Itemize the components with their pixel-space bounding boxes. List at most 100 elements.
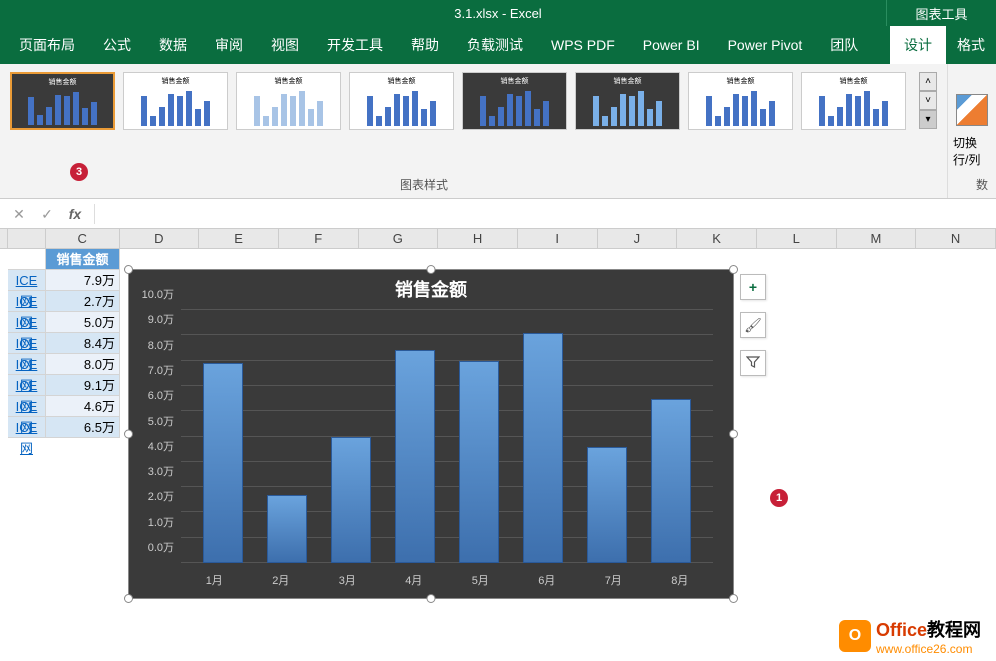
style-scroll-up[interactable]: ˄ xyxy=(919,72,937,91)
tab-view[interactable]: 视图 xyxy=(257,26,313,64)
col-header-i[interactable]: I xyxy=(518,229,598,249)
tab-wpspdf[interactable]: WPS PDF xyxy=(537,26,629,64)
chart-styles-gallery: 销售金额 销售金额 销售金额 销售金额 销售金额 销售金额 销售金额 销售金额 xyxy=(0,64,947,198)
chart-x-axis: 1月2月3月4月5月6月7月8月 xyxy=(181,572,713,588)
col-header-m[interactable]: M xyxy=(837,229,917,249)
chart-bar[interactable] xyxy=(331,437,371,564)
watermark-icon: O xyxy=(839,620,871,652)
col-header-j[interactable]: J xyxy=(598,229,678,249)
resize-handle-bl[interactable] xyxy=(124,594,133,603)
col-header-n[interactable]: N xyxy=(916,229,996,249)
col-header-k[interactable]: K xyxy=(677,229,757,249)
plus-icon: + xyxy=(749,279,757,295)
chart-style-6[interactable]: 销售金额 xyxy=(575,72,680,130)
tab-design[interactable]: 设计 xyxy=(890,26,946,64)
cell-c1-header[interactable]: 销售金额 xyxy=(46,249,120,270)
window-title: 3.1.xlsx - Excel xyxy=(454,6,541,21)
chart-style-5[interactable]: 销售金额 xyxy=(462,72,567,130)
chart-style-8[interactable]: 销售金额 xyxy=(801,72,906,130)
resize-handle-tl[interactable] xyxy=(124,265,133,274)
chart-bar[interactable] xyxy=(267,495,307,563)
style-scroll-more[interactable]: ▾ xyxy=(919,110,937,129)
cell-c5[interactable]: 8.4万 xyxy=(46,333,120,354)
chart-bar[interactable] xyxy=(203,363,243,563)
cell-b8[interactable]: ICE网 xyxy=(8,396,46,417)
chart-plot-area[interactable] xyxy=(181,310,713,563)
worksheet-grid[interactable]: C D E F G H I J K L M N ICE网 ICE网 ICE网 I… xyxy=(0,229,996,661)
resize-handle-mr[interactable] xyxy=(729,430,738,439)
annotation-badge-1: 1 xyxy=(770,489,788,507)
tab-review[interactable]: 审阅 xyxy=(201,26,257,64)
tab-help[interactable]: 帮助 xyxy=(397,26,453,64)
cell-b3[interactable]: ICE网 xyxy=(8,291,46,312)
tab-data[interactable]: 数据 xyxy=(145,26,201,64)
chart-bar[interactable] xyxy=(395,350,435,563)
watermark-brand: Office教程网 xyxy=(876,616,981,642)
cell-c9[interactable]: 6.5万 xyxy=(46,417,120,438)
cell-b4[interactable]: ICE网 xyxy=(8,312,46,333)
tab-loadtest[interactable]: 负载测试 xyxy=(453,26,537,64)
cell-c3[interactable]: 2.7万 xyxy=(46,291,120,312)
watermark: O Office教程网 www.office26.com xyxy=(839,616,981,656)
data-group-label: 数 xyxy=(976,176,988,193)
chart-bar[interactable] xyxy=(651,399,691,563)
tab-developer[interactable]: 开发工具 xyxy=(313,26,397,64)
col-header-h[interactable]: H xyxy=(438,229,518,249)
resize-handle-tm[interactable] xyxy=(427,265,436,274)
cell-c8[interactable]: 4.6万 xyxy=(46,396,120,417)
col-header-l[interactable]: L xyxy=(757,229,837,249)
chart-tools-context-tab: 图表工具 xyxy=(886,0,996,26)
tab-team[interactable]: 团队 xyxy=(816,26,872,64)
cell-c2[interactable]: 7.9万 xyxy=(46,270,120,291)
col-header-c[interactable]: C xyxy=(46,229,120,249)
data-col-source: ICE网 ICE网 ICE网 ICE网 ICE网 ICE网 ICE网 ICE网 xyxy=(8,249,46,438)
cell-b7[interactable]: ICE网 xyxy=(8,375,46,396)
chart-bar[interactable] xyxy=(587,447,627,563)
annotation-badge-3: 3 xyxy=(70,163,88,181)
col-header-g[interactable]: G xyxy=(359,229,439,249)
cell-c7[interactable]: 9.1万 xyxy=(46,375,120,396)
chart-style-1[interactable]: 销售金额 xyxy=(10,72,115,130)
tab-pagelayout[interactable]: 页面布局 xyxy=(5,26,89,64)
chart-style-2[interactable]: 销售金额 xyxy=(123,72,228,130)
switch-rowcol-group: 切换行/列 xyxy=(947,64,996,198)
switch-rowcol-icon[interactable] xyxy=(956,94,988,126)
cell-c4[interactable]: 5.0万 xyxy=(46,312,120,333)
chart-bars xyxy=(181,310,713,563)
formula-input[interactable] xyxy=(100,206,991,221)
embedded-chart[interactable]: 销售金额 0.0万1.0万2.0万3.0万4.0万5.0万6.0万7.0万8.0… xyxy=(128,269,734,599)
chart-title[interactable]: 销售金额 xyxy=(129,270,733,308)
fx-button[interactable]: fx xyxy=(61,202,89,226)
chart-filters-button[interactable] xyxy=(740,350,766,376)
chart-bar[interactable] xyxy=(459,361,499,563)
resize-handle-br[interactable] xyxy=(729,594,738,603)
col-header-d[interactable]: D xyxy=(120,229,200,249)
resize-handle-bm[interactable] xyxy=(427,594,436,603)
tab-powerbi[interactable]: Power BI xyxy=(629,26,714,64)
watermark-url: www.office26.com xyxy=(876,642,981,656)
chart-styles-button[interactable]: 🖌 xyxy=(740,312,766,338)
formula-cancel-button[interactable]: ✕ xyxy=(5,202,33,226)
chart-style-4[interactable]: 销售金额 xyxy=(349,72,454,130)
switch-rowcol-label[interactable]: 切换行/列 xyxy=(953,134,991,168)
cell-b5[interactable]: ICE网 xyxy=(8,333,46,354)
formula-confirm-button[interactable]: ✓ xyxy=(33,202,61,226)
style-scroll-down[interactable]: ˅ xyxy=(919,91,937,110)
resize-handle-tr[interactable] xyxy=(729,265,738,274)
col-header-e[interactable]: E xyxy=(199,229,279,249)
chart-y-axis: 0.0万1.0万2.0万3.0万4.0万5.0万6.0万7.0万8.0万9.0万… xyxy=(129,310,179,563)
tab-formulas[interactable]: 公式 xyxy=(89,26,145,64)
data-col-sales: 销售金额 7.9万 2.7万 5.0万 8.4万 8.0万 9.1万 4.6万 … xyxy=(46,249,120,438)
tab-format[interactable]: 格式 xyxy=(946,26,996,64)
cell-b2[interactable]: ICE网 xyxy=(8,270,46,291)
cell-b6[interactable]: ICE网 xyxy=(8,354,46,375)
chart-bar[interactable] xyxy=(523,333,563,563)
cell-b9[interactable]: ICE网 xyxy=(8,417,46,438)
chart-style-7[interactable]: 销售金额 xyxy=(688,72,793,130)
cell-c6[interactable]: 8.0万 xyxy=(46,354,120,375)
chart-elements-button[interactable]: + xyxy=(740,274,766,300)
col-header-f[interactable]: F xyxy=(279,229,359,249)
tab-powerpivot[interactable]: Power Pivot xyxy=(714,26,817,64)
chart-style-3[interactable]: 销售金额 xyxy=(236,72,341,130)
resize-handle-ml[interactable] xyxy=(124,430,133,439)
